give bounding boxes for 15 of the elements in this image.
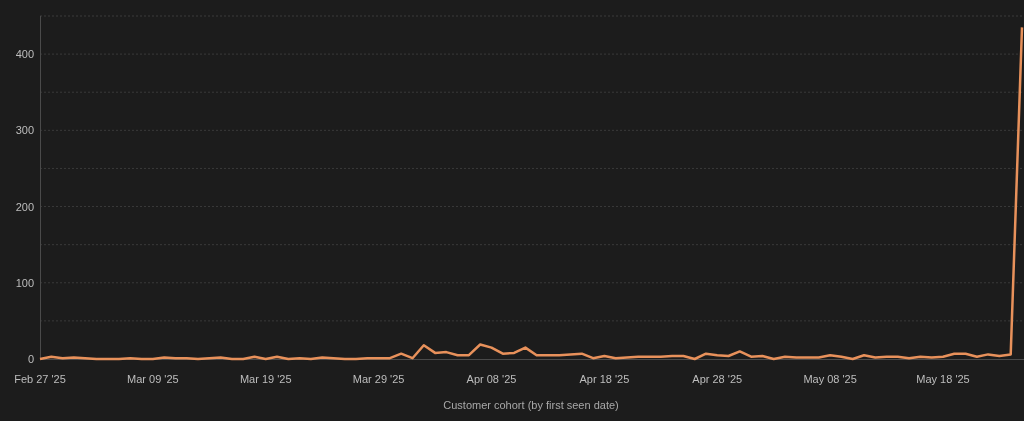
- x-axis-title: Customer cohort (by first seen date): [443, 399, 619, 411]
- x-tick-label: May 18 '25: [916, 373, 970, 385]
- y-tick-label: 300: [15, 124, 34, 137]
- x-tick-label: May 08 '25: [803, 373, 857, 385]
- x-tick-label: Apr 28 '25: [692, 373, 743, 385]
- x-tick-label: Feb 27 '25: [14, 373, 66, 385]
- x-tick-label: Apr 08 '25: [466, 373, 517, 385]
- x-tick-label: Mar 19 '25: [239, 373, 292, 385]
- y-tick-label: 100: [15, 276, 34, 289]
- y-tick-label: 400: [15, 48, 34, 61]
- y-tick-label: 0: [27, 353, 34, 365]
- y-tick-label: 200: [15, 200, 34, 213]
- x-tick-label: Mar 29 '25: [352, 373, 405, 385]
- x-tick-label: Mar 09 '25: [127, 373, 179, 385]
- x-tick-label: Apr 18 '25: [579, 373, 630, 385]
